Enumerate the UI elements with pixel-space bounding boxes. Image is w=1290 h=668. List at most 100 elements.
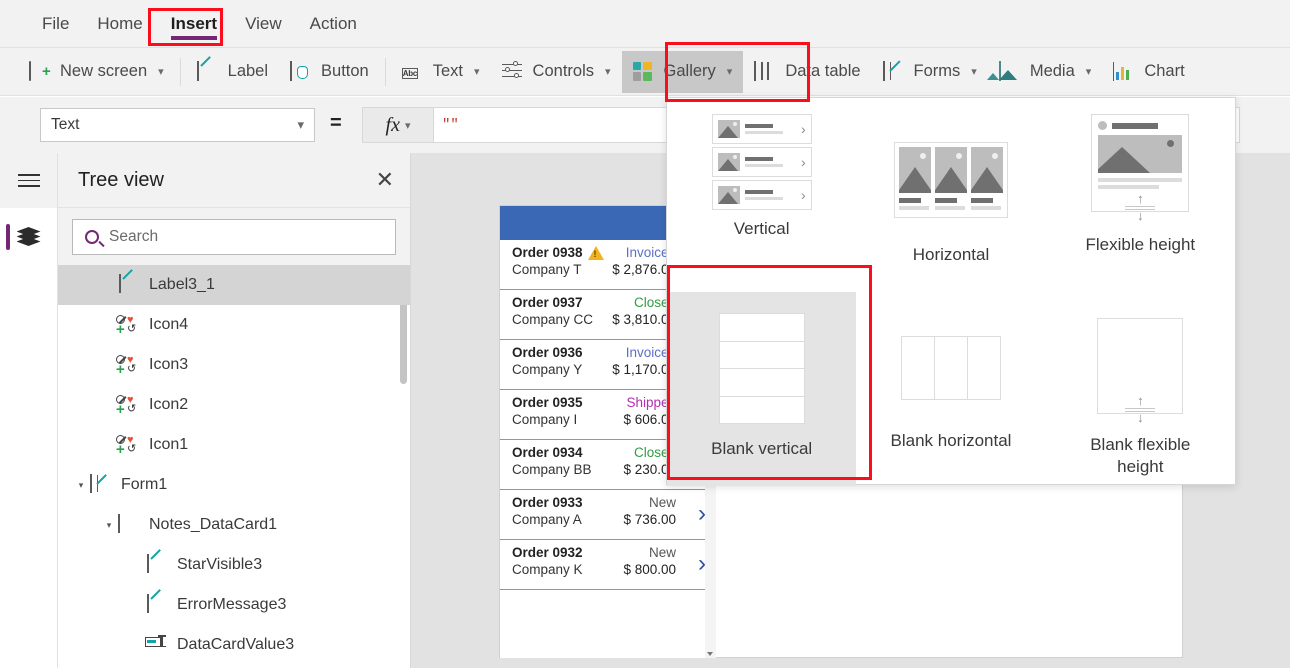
- datacard-icon: [116, 515, 140, 535]
- tree-item-label: Form1: [121, 476, 167, 494]
- gallery-option-label: Flexible height: [1086, 234, 1196, 256]
- menu-item-view[interactable]: View: [231, 0, 296, 48]
- gallery-item-amount: $ 736.00: [623, 512, 676, 527]
- gallery-item-order: Order 0934: [512, 445, 583, 460]
- ribbon-controls-button[interactable]: Controls ▾: [491, 51, 622, 93]
- chevron-down-icon: ▾: [474, 65, 480, 78]
- tree-item-label: DataCardValue3: [177, 636, 294, 654]
- icons-group-icon: ♥+↺: [116, 355, 140, 375]
- expand-collapse-caret-icon[interactable]: ▾: [74, 480, 88, 491]
- ribbon-forms-button[interactable]: Forms ▾: [872, 51, 988, 93]
- gallery-option-blank-vertical[interactable]: Blank vertical: [667, 292, 856, 486]
- forms-icon: [883, 62, 905, 82]
- gallery-flyout-panel: › › › Vertical Horizontal: [666, 97, 1236, 485]
- gallery-option-vertical[interactable]: › › › Vertical: [667, 98, 856, 292]
- gallery-item-company: Company K: [512, 562, 583, 577]
- chevron-down-icon: ▾: [297, 117, 304, 133]
- gallery-option-label: Horizontal: [913, 244, 990, 266]
- tree-item-notes_datacard1[interactable]: ▾Notes_DataCard1: [58, 505, 410, 545]
- gallery-option-blank-flexible-height[interactable]: ↑↓ Blank flexible height: [1046, 292, 1235, 486]
- tree-item-label: Icon4: [149, 316, 188, 334]
- property-select[interactable]: Text ▾: [40, 108, 315, 142]
- hamburger-menu-icon: [18, 170, 40, 191]
- ribbon-label: Button: [321, 62, 369, 81]
- status-badge: New: [649, 495, 676, 510]
- gallery-item[interactable]: Order 0933NewCompany A$ 736.00›: [500, 490, 716, 540]
- gallery-item-order: Order 0933: [512, 495, 583, 510]
- tree-item-label: Icon2: [149, 396, 188, 414]
- hamburger-menu-button[interactable]: [0, 153, 57, 208]
- tree-item-label: Label3_1: [149, 276, 215, 294]
- property-select-value: Text: [51, 116, 79, 134]
- tree-view-header: Tree view ✕: [58, 153, 410, 208]
- tree-item-form1[interactable]: ▾ Form1: [58, 465, 410, 505]
- blank-vertical-gallery-thumb: [719, 314, 805, 424]
- ribbon-label: Forms: [914, 62, 961, 81]
- expand-collapse-caret-icon[interactable]: ▾: [102, 520, 116, 531]
- menu-item-label: Insert: [171, 14, 217, 34]
- chevron-down-icon: ▾: [971, 65, 977, 78]
- text-input-icon: [144, 635, 168, 655]
- label-pencil-icon: [144, 595, 168, 615]
- icons-group-icon: ♥+↺: [116, 435, 140, 455]
- power-apps-studio: File Home Insert View Action New screen …: [0, 0, 1290, 668]
- ribbon-data-table-button[interactable]: Data table: [743, 51, 871, 93]
- page-title: Tree view: [78, 169, 164, 192]
- ribbon-label: Controls: [533, 62, 594, 81]
- chevron-down-icon: ▾: [158, 65, 164, 78]
- gallery-option-horizontal[interactable]: Horizontal: [856, 98, 1045, 292]
- gallery-item[interactable]: Order 0932NewCompany K$ 800.00›: [500, 540, 716, 590]
- tree-item-starvisible3[interactable]: StarVisible3: [58, 545, 410, 585]
- close-icon[interactable]: ✕: [376, 169, 394, 191]
- ribbon-divider: [180, 58, 181, 86]
- gallery-option-label: Vertical: [734, 218, 790, 240]
- menu-item-action[interactable]: Action: [296, 0, 371, 48]
- blank-flexible-height-gallery-thumb: ↑↓: [1097, 318, 1183, 414]
- menu-item-insert[interactable]: Insert: [157, 0, 231, 48]
- menu-item-label: View: [245, 14, 282, 34]
- label-pencil-icon: [197, 62, 219, 82]
- gallery-item-company: Company T: [512, 262, 582, 277]
- chevron-down-icon: ▾: [727, 65, 733, 78]
- tree-item-icon3[interactable]: ♥+↺Icon3: [58, 345, 410, 385]
- ribbon-label-button[interactable]: Label: [186, 51, 279, 93]
- menu-item-home[interactable]: Home: [83, 0, 156, 48]
- active-tab-underline: [171, 36, 217, 40]
- gallery-item-company: Company I: [512, 412, 577, 427]
- rail-item-tree-view[interactable]: [0, 208, 57, 266]
- tree-item-label3_1[interactable]: Label3_1: [58, 265, 410, 305]
- search-input[interactable]: Search: [72, 219, 396, 255]
- tree-item-datacardvalue3[interactable]: DataCardValue3: [58, 625, 410, 665]
- fx-button[interactable]: fx ▾: [362, 107, 434, 143]
- ribbon-gallery-button[interactable]: Gallery ▾: [622, 51, 744, 93]
- form-icon: [88, 475, 112, 495]
- abc-text-icon: Abc: [402, 62, 424, 82]
- gallery-option-label: Blank vertical: [711, 438, 812, 460]
- tree-item-icon4[interactable]: ♥+↺Icon4: [58, 305, 410, 345]
- ribbon-chart-button[interactable]: Chart: [1102, 51, 1195, 93]
- gallery-option-blank-horizontal[interactable]: Blank horizontal: [856, 292, 1045, 486]
- tree-view-list[interactable]: Label3_1♥+↺Icon4♥+↺Icon3♥+↺Icon2♥+↺Icon1…: [58, 265, 410, 668]
- gallery-option-flexible-height[interactable]: ↑↓ Flexible height: [1046, 98, 1235, 292]
- menu-bar: File Home Insert View Action: [0, 0, 1290, 48]
- menu-item-label: Action: [310, 14, 357, 34]
- label-pencil-icon: [144, 555, 168, 575]
- warning-icon: [588, 246, 604, 260]
- gallery-item-company: Company Y: [512, 362, 582, 377]
- menu-item-file[interactable]: File: [28, 0, 83, 48]
- ribbon-media-button[interactable]: Media ▾: [988, 51, 1102, 93]
- resize-handle-icon: ↑↓: [1117, 396, 1163, 423]
- data-table-icon: [754, 62, 776, 82]
- ribbon-text-button[interactable]: Abc Text ▾: [391, 51, 491, 93]
- gallery-option-label: Blank horizontal: [891, 430, 1012, 452]
- ribbon-button-button[interactable]: Button: [279, 51, 380, 93]
- layers-tree-icon: [17, 227, 41, 247]
- tree-item-icon2[interactable]: ♥+↺Icon2: [58, 385, 410, 425]
- scroll-down-arrow-icon[interactable]: [707, 652, 713, 656]
- formula-value: "": [442, 117, 459, 133]
- tree-item-errormessage3[interactable]: ErrorMessage3: [58, 585, 410, 625]
- tree-item-label: Icon1: [149, 436, 188, 454]
- ribbon-new-screen-button[interactable]: New screen ▾: [18, 51, 175, 93]
- menu-items: File Home Insert View Action: [28, 0, 371, 48]
- tree-item-icon1[interactable]: ♥+↺ Icon1: [58, 425, 410, 465]
